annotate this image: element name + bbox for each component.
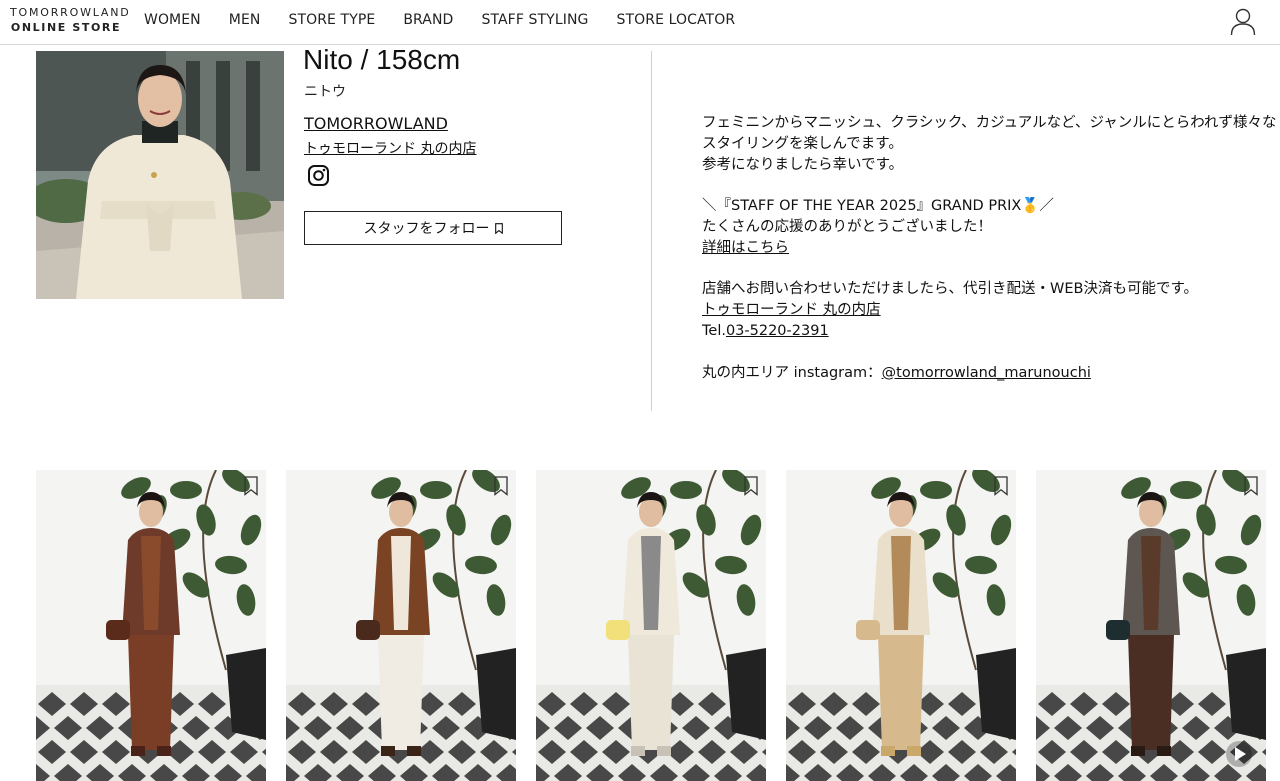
bookmark-icon[interactable] <box>994 476 1008 496</box>
user-icon[interactable] <box>1230 8 1256 36</box>
styling-card[interactable] <box>786 470 1016 781</box>
instagram-label: 丸の内エリア instagram： <box>702 364 882 381</box>
styling-card[interactable] <box>36 470 266 781</box>
bio-contact: 店舗へお問い合わせいただけましたら、代引き配送・WEB決済も可能です。 <box>702 281 1198 298</box>
bookmark-icon[interactable] <box>1244 476 1258 496</box>
styling-photo <box>286 470 516 781</box>
bio-shop-link[interactable]: トゥモローランド 丸の内店 <box>702 302 881 318</box>
tel-link[interactable]: 03-5220-2391 <box>726 323 829 339</box>
styling-photo <box>36 470 266 781</box>
staff-profile-photo <box>36 51 284 299</box>
logo-subtitle: ONLINE STORE <box>10 21 122 34</box>
staff-bio: フェミニンからマニッシュ、クラシック、カジュアルなど、ジャンルにとらわれず様々な… <box>702 113 1277 383</box>
instagram-icon[interactable] <box>308 165 329 186</box>
bookmark-icon[interactable] <box>244 476 258 496</box>
nav-item-store-locator[interactable]: STORE LOCATOR <box>616 12 735 28</box>
shop-link[interactable]: トゥモローランド 丸の内店 <box>304 138 476 158</box>
nav-item-men[interactable]: MEN <box>229 12 261 28</box>
nav-item-store-type[interactable]: STORE TYPE <box>288 12 375 28</box>
styling-photo <box>786 470 1016 781</box>
styling-card[interactable] <box>1036 470 1266 781</box>
bio-award: ＼『STAFF OF THE YEAR 2025』GRAND PRIX🥇／ <box>702 198 1054 215</box>
bio-line: 参考になりましたら幸いです。 <box>702 156 904 173</box>
styling-photo <box>536 470 766 781</box>
follow-button-label: スタッフをフォロー <box>363 221 490 237</box>
follow-staff-button[interactable]: スタッフをフォロー <box>304 211 562 245</box>
bio-thanks: たくさんの応援のありがとうございました！ <box>702 218 992 235</box>
details-link[interactable]: 詳細はこちら <box>702 240 789 256</box>
play-icon[interactable] <box>1226 741 1252 767</box>
nav-item-women[interactable]: WOMEN <box>144 12 201 28</box>
instagram-handle-link[interactable]: @tomorrowland_marunouchi <box>882 365 1091 381</box>
bio-line: フェミニンからマニッシュ、クラシック、カジュアルなど、ジャンルにとらわれず様々な <box>702 115 1277 131</box>
styling-card[interactable] <box>536 470 766 781</box>
logo-wordmark: TOMORROWLAND <box>10 6 131 19</box>
nav-item-staff-styling[interactable]: STAFF STYLING <box>481 12 588 28</box>
bookmark-icon[interactable] <box>744 476 758 496</box>
tel-label: Tel. <box>702 322 726 339</box>
bio-line: スタイリングを楽しんでます。 <box>702 135 903 152</box>
staff-name: Nito / 158cm <box>303 44 461 75</box>
main-nav: WOMEN MEN STORE TYPE BRAND STAFF STYLING… <box>144 12 763 28</box>
styling-photo <box>1036 470 1266 781</box>
nav-item-brand[interactable]: BRAND <box>403 12 453 28</box>
site-logo[interactable]: TOMORROWLAND ONLINE STORE <box>10 6 131 34</box>
bookmark-icon[interactable] <box>494 476 508 496</box>
staff-name-kana: ニトウ <box>304 84 346 100</box>
brand-link[interactable]: TOMORROWLAND <box>304 114 448 133</box>
styling-card[interactable] <box>286 470 516 781</box>
site-header: TOMORROWLAND ONLINE STORE WOMEN MEN STOR… <box>0 0 1280 45</box>
profile-divider <box>651 51 652 411</box>
bookmark-icon <box>494 222 503 234</box>
